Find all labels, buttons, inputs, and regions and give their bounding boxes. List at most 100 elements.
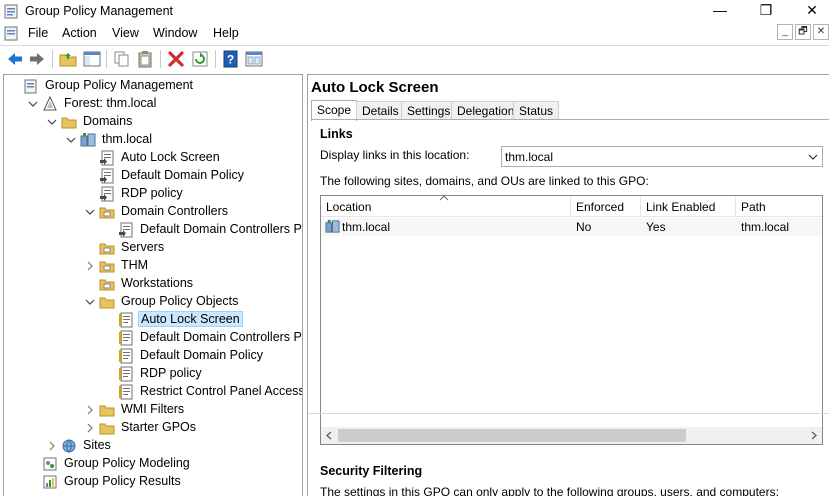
display-links-dropdown[interactable]: thm.local: [501, 146, 823, 167]
back-icon[interactable]: [5, 49, 25, 69]
tree-item-label: THM: [121, 258, 149, 272]
row-link-enabled: Yes: [646, 220, 666, 234]
tree-item-label: Group Policy Management: [45, 78, 193, 92]
tree-item-label: Default Domain Controllers Policy: [140, 222, 302, 236]
maximize-button[interactable]: ❐: [743, 0, 789, 22]
ou-folder-icon: [99, 207, 115, 219]
group-policy-app-icon: [4, 4, 18, 19]
tab-scope[interactable]: Scope: [311, 100, 358, 121]
tab-status[interactable]: Status: [513, 101, 560, 120]
forest-icon: [43, 96, 57, 111]
gpo-icon: [119, 312, 133, 328]
mdi-close-button[interactable]: ✕: [813, 24, 829, 40]
menu-help[interactable]: Help: [213, 26, 239, 40]
toolbar-separator: [215, 50, 216, 68]
column-header-enforced[interactable]: Enforced: [571, 196, 641, 217]
chevron-right-icon[interactable]: [85, 405, 95, 415]
gpo-link-icon: [100, 150, 114, 166]
copy-icon[interactable]: [112, 49, 132, 69]
chevron-right-icon[interactable]: [85, 423, 95, 433]
linked-locations-text: The following sites, domains, and OUs ar…: [320, 174, 649, 188]
chevron-down-icon[interactable]: [66, 135, 76, 145]
tree-item-label: Auto Lock Screen: [138, 311, 243, 327]
mdi-restore-button[interactable]: 🗗: [795, 24, 811, 40]
folder-icon: [99, 297, 115, 309]
window-title: Group Policy Management: [25, 4, 173, 18]
display-links-value: thm.local: [505, 150, 554, 164]
horizontal-scrollbar[interactable]: [321, 427, 822, 444]
menu-view[interactable]: View: [112, 26, 139, 40]
system-menu-icon[interactable]: [4, 25, 20, 41]
up-folder-icon[interactable]: [58, 49, 78, 69]
chevron-down-icon[interactable]: [85, 207, 95, 217]
tree-item-label: thm.local: [102, 132, 153, 146]
tab-details[interactable]: Details: [356, 101, 405, 120]
chevron-right-icon[interactable]: [47, 441, 57, 451]
scope-tab-panel: Links Display links in this location: th…: [311, 119, 829, 496]
tree-item-label: Sites: [83, 438, 111, 452]
scroll-right-icon[interactable]: [808, 430, 819, 441]
gpo-icon: [119, 384, 133, 400]
tree-item-label: Restrict Control Panel Access: [140, 384, 303, 398]
row-path: thm.local: [741, 220, 790, 234]
scroll-left-icon[interactable]: [324, 430, 335, 441]
toolbar: ?: [0, 45, 829, 71]
chevron-right-icon[interactable]: [85, 261, 95, 271]
menu-file[interactable]: File: [28, 26, 48, 40]
scrollbar-thumb[interactable]: [338, 429, 686, 442]
ou-folder-icon: [99, 261, 115, 273]
help-icon[interactable]: ?: [221, 49, 241, 69]
tree-item-label: RDP policy: [140, 366, 202, 380]
tree-item-label: Default Domain Controllers Policy: [140, 330, 302, 344]
sort-ascending-icon: [439, 195, 449, 201]
ou-folder-icon: [99, 243, 115, 255]
tree-item-label: RDP policy: [121, 186, 183, 200]
minimize-button[interactable]: —: [697, 0, 743, 22]
details-pane: Auto Lock Screen Scope Details Settings …: [307, 74, 829, 496]
domain-icon: [80, 133, 96, 147]
properties-icon[interactable]: [244, 49, 264, 69]
section-divider: [308, 413, 829, 414]
tab-delegation[interactable]: Delegation: [451, 101, 521, 120]
tree-item-label: Group Policy Modeling: [64, 456, 190, 470]
delete-icon[interactable]: [166, 49, 186, 69]
svg-text:?: ?: [227, 53, 234, 67]
security-filtering-text: The settings in this GPO can only apply …: [320, 485, 779, 496]
title-bar: Group Policy Management — ❐ ✕: [0, 0, 829, 22]
close-button[interactable]: ✕: [789, 0, 829, 22]
row-enforced: No: [576, 220, 592, 234]
tree-item-label: Group Policy Objects: [121, 294, 239, 308]
links-heading: Links: [320, 127, 353, 141]
toolbar-separator: [160, 50, 161, 68]
domain-icon: [325, 219, 340, 233]
gpo-link-icon: [100, 168, 114, 184]
forward-icon[interactable]: [27, 49, 47, 69]
chevron-down-icon[interactable]: [28, 99, 38, 109]
tab-settings[interactable]: Settings: [401, 101, 457, 120]
mdi-minimize-button[interactable]: _: [777, 24, 793, 40]
security-filtering-heading: Security Filtering: [320, 464, 423, 478]
menu-action[interactable]: Action: [62, 26, 97, 40]
folder-icon: [99, 405, 115, 417]
gpo-icon: [119, 366, 133, 382]
refresh-icon[interactable]: [190, 49, 210, 69]
gpm-icon: [24, 79, 37, 94]
row-location: thm.local: [342, 220, 391, 234]
table-row[interactable]: thm.local No Yes thm.local: [321, 218, 822, 236]
tree-item-label: Default Domain Policy: [121, 168, 244, 182]
tree-item-label: Default Domain Policy: [140, 348, 263, 362]
display-links-label: Display links in this location:: [320, 148, 470, 162]
chevron-down-icon[interactable]: [47, 117, 57, 127]
show-tree-icon[interactable]: [82, 49, 102, 69]
tree-item-label: Workstations: [121, 276, 194, 290]
menu-window[interactable]: Window: [153, 26, 197, 40]
folder-icon: [61, 117, 77, 129]
chevron-down-icon[interactable]: [85, 297, 95, 307]
column-header-link-enabled[interactable]: Link Enabled: [641, 196, 736, 217]
tree-item-label: Forest: thm.local: [64, 96, 157, 110]
column-header-path[interactable]: Path: [736, 196, 822, 217]
paste-icon[interactable]: [135, 49, 155, 69]
menu-bar: File Action View Window Help: [0, 22, 829, 44]
tree-item-label: Auto Lock Screen: [121, 150, 220, 164]
console-tree: Group Policy Management Forest: thm.local…: [3, 74, 303, 496]
